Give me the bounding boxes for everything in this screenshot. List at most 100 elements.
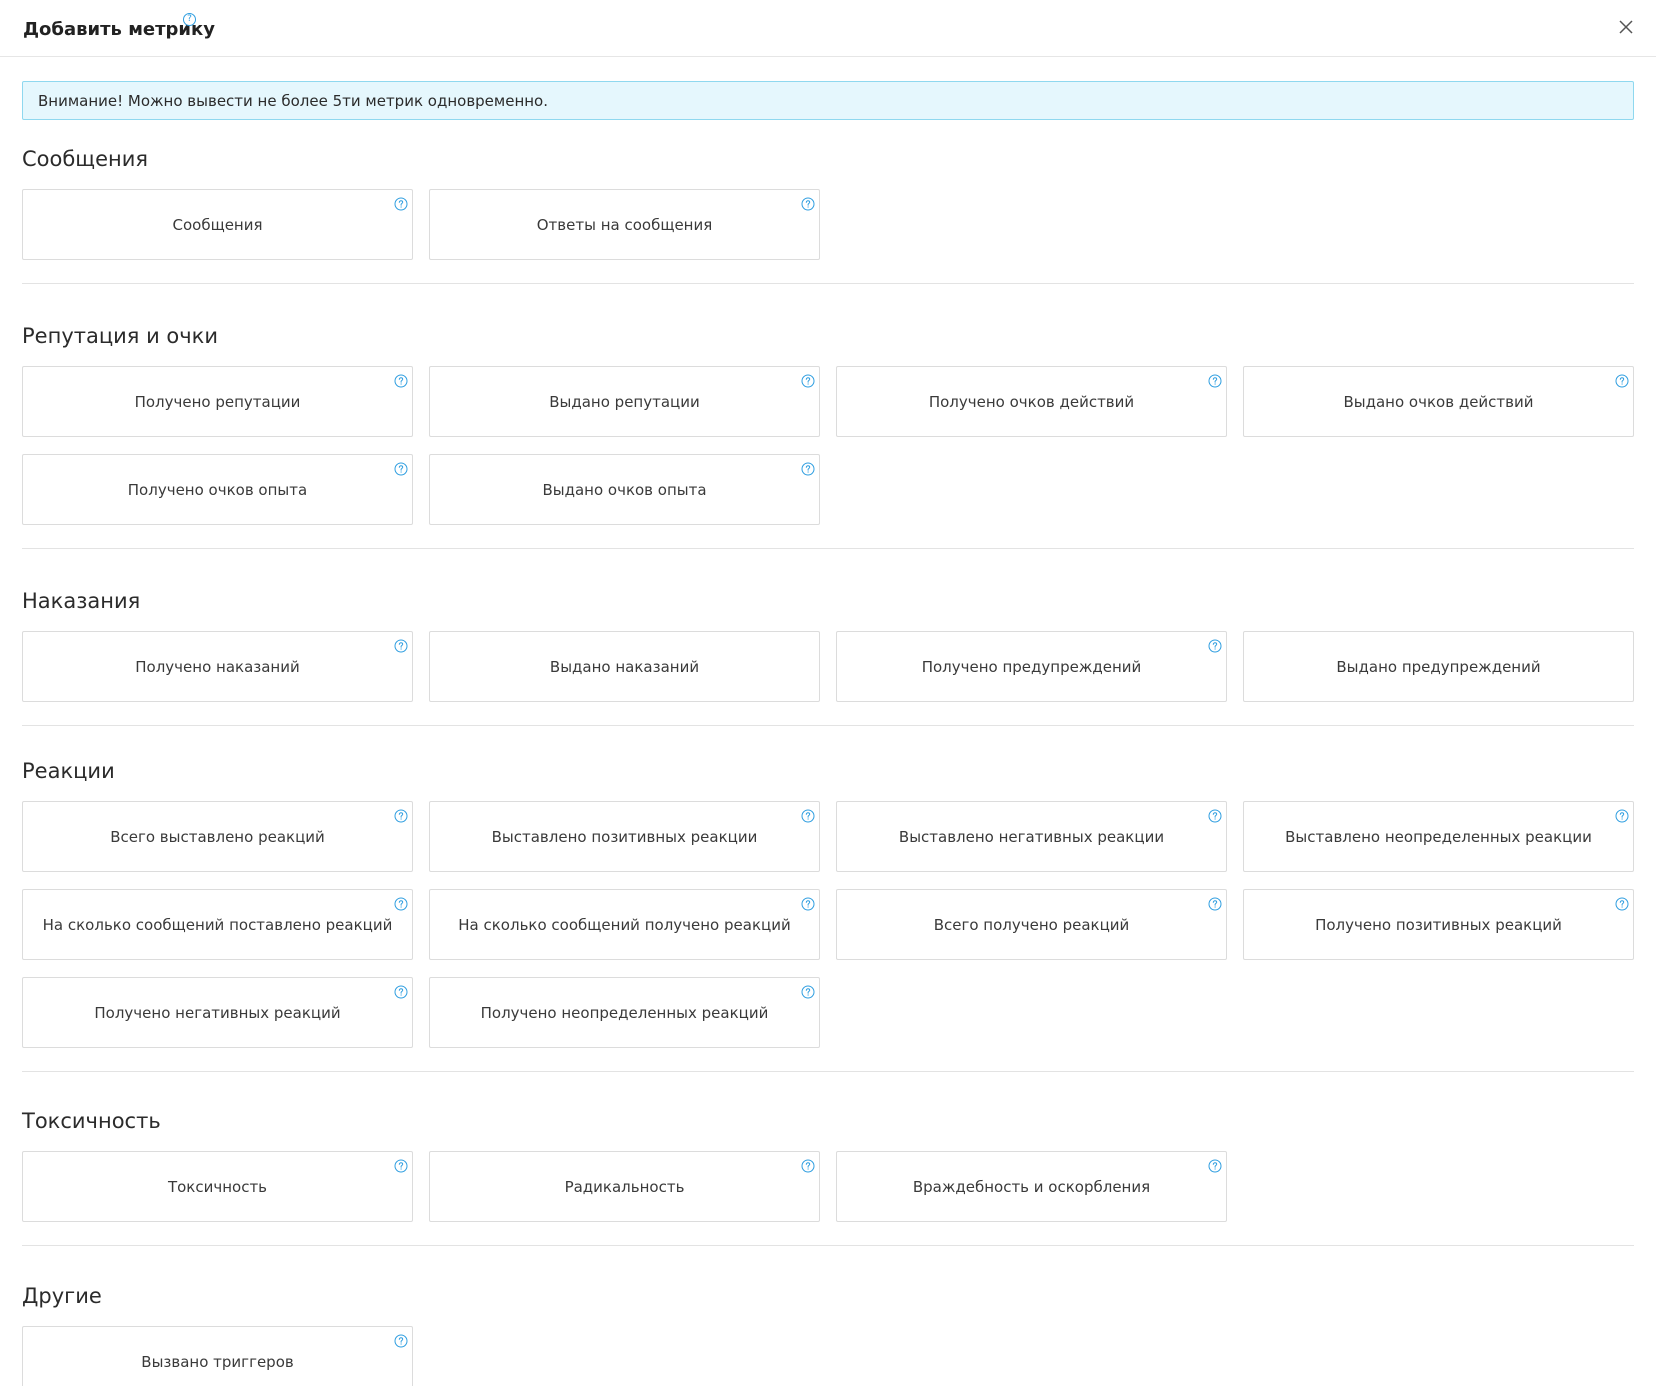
metric-card[interactable]: Сообщения (22, 189, 413, 260)
question-circle-icon[interactable] (801, 897, 815, 911)
question-circle-icon[interactable]: ? (183, 13, 196, 26)
metric-card[interactable]: На сколько сообщений получено реакций (429, 889, 820, 960)
metric-label: Получено репутации (134, 392, 301, 411)
question-circle-icon[interactable] (801, 197, 815, 211)
metric-section: Реакции Всего выставлено реакций Выставлен… (22, 726, 1634, 1072)
section-title: Другие (22, 1284, 102, 1308)
metric-grid: Всего выставлено реакций Выставлено позит… (22, 801, 1634, 1048)
metric-label: Выставлено позитивных реакции (491, 827, 758, 846)
metric-label: На сколько сообщений получено реакций (458, 915, 791, 934)
metric-grid: Вызвано триггеров (22, 1326, 1634, 1386)
metric-label: Выдано репутации (549, 392, 700, 411)
question-circle-icon[interactable] (1208, 809, 1222, 823)
section-title: Сообщения (22, 147, 149, 171)
limit-warning-alert: Внимание! Можно вывести не более 5ти мет… (22, 81, 1634, 120)
question-circle-icon[interactable] (1615, 897, 1629, 911)
metric-label: Сообщения (172, 215, 263, 234)
metric-card[interactable]: Выдано наказаний (429, 631, 820, 702)
question-circle-icon[interactable] (394, 197, 408, 211)
metric-label: Выдано предупреждений (1336, 657, 1541, 676)
metric-card[interactable]: Враждебность и оскорбления (836, 1151, 1227, 1222)
section-title: Реакции (22, 759, 115, 783)
question-circle-icon[interactable] (801, 985, 815, 999)
metric-label: Получено позитивных реакций (1315, 915, 1562, 934)
metric-label: Выдано наказаний (549, 657, 700, 676)
metric-label: Всего выставлено реакций (110, 827, 325, 846)
metric-section: Сообщения Сообщения Ответы на сообщения (22, 120, 1634, 284)
question-circle-icon[interactable] (394, 985, 408, 999)
add-metric-modal: Добавить метрику ? Внимание! Можно вывес… (0, 0, 1656, 1386)
metric-card[interactable]: Радикальность (429, 1151, 820, 1222)
metric-section: Наказания Получено наказаний Выдано наказа… (22, 549, 1634, 726)
metric-section: Репутация и очки Получено репутации Выдано… (22, 284, 1634, 549)
metric-grid: Получено репутации Выдано репутации Получе… (22, 366, 1634, 525)
metric-label: Ответы на сообщения (536, 215, 713, 234)
metric-label: Враждебность и оскорбления (912, 1177, 1151, 1196)
question-circle-icon[interactable] (1208, 897, 1222, 911)
question-circle-icon[interactable] (1208, 374, 1222, 388)
metric-card[interactable]: Всего получено реакций (836, 889, 1227, 960)
metric-card[interactable]: Ответы на сообщения (429, 189, 820, 260)
metric-card[interactable]: Выставлено негативных реакции (836, 801, 1227, 872)
metric-grid: Получено наказаний Выдано наказаний Получе… (22, 631, 1634, 702)
section-title: Наказания (22, 589, 141, 613)
metric-card[interactable]: Получено предупреждений (836, 631, 1227, 702)
question-circle-icon[interactable] (394, 809, 408, 823)
metric-card[interactable]: Выдано очков действий (1243, 366, 1634, 437)
section-title: Токсичность (22, 1109, 161, 1133)
metric-sections: Сообщения Сообщения Ответы на сообщения Реп… (22, 120, 1634, 1386)
metric-label: Получено неопределенных реакций (480, 1003, 769, 1022)
alert-text: Внимание! Можно вывести не более 5ти мет… (38, 91, 549, 110)
question-circle-icon[interactable] (394, 462, 408, 476)
metric-grid: Токсичность Радикальность Враждебность и о… (22, 1151, 1634, 1222)
metric-card[interactable]: Получено очков опыта (22, 454, 413, 525)
modal-header: Добавить метрику ? (0, 0, 1656, 57)
modal-body: Внимание! Можно вывести не более 5ти мет… (0, 57, 1656, 1386)
metric-grid: Сообщения Ответы на сообщения (22, 189, 1634, 260)
question-circle-icon[interactable] (1208, 639, 1222, 653)
question-circle-icon[interactable] (801, 809, 815, 823)
metric-label: Получено очков опыта (127, 480, 308, 499)
metric-label: Выдано очков действий (1343, 392, 1534, 411)
question-circle-icon[interactable] (394, 639, 408, 653)
close-icon[interactable] (1616, 17, 1636, 37)
metric-card[interactable]: На сколько сообщений поставлено реакций (22, 889, 413, 960)
question-circle-icon[interactable] (394, 374, 408, 388)
metric-card[interactable]: Выставлено неопределенных реакции (1243, 801, 1634, 872)
metric-card[interactable]: Получено позитивных реакций (1243, 889, 1634, 960)
metric-label: Выдано очков опыта (542, 480, 707, 499)
question-circle-icon[interactable] (394, 1334, 408, 1348)
question-circle-icon[interactable] (801, 374, 815, 388)
metric-card[interactable]: Всего выставлено реакций (22, 801, 413, 872)
metric-card[interactable]: Получено наказаний (22, 631, 413, 702)
metric-label: Всего получено реакций (933, 915, 1130, 934)
metric-card[interactable]: Токсичность (22, 1151, 413, 1222)
metric-label: Получено предупреждений (921, 657, 1142, 676)
metric-card[interactable]: Выставлено позитивных реакции (429, 801, 820, 872)
metric-label: Токсичность (167, 1177, 268, 1196)
question-circle-icon[interactable] (394, 1159, 408, 1173)
metric-label: Выставлено негативных реакции (898, 827, 1165, 846)
question-circle-icon[interactable] (394, 897, 408, 911)
metric-card[interactable]: Получено негативных реакций (22, 977, 413, 1048)
metric-label: Получено очков действий (928, 392, 1135, 411)
metric-section: Другие Вызвано триггеров (22, 1246, 1634, 1386)
question-circle-icon[interactable] (801, 1159, 815, 1173)
metric-card[interactable]: Получено очков действий (836, 366, 1227, 437)
metric-card[interactable]: Получено неопределенных реакций (429, 977, 820, 1048)
metric-label: Радикальность (564, 1177, 685, 1196)
question-circle-icon[interactable] (801, 462, 815, 476)
metric-card[interactable]: Выдано репутации (429, 366, 820, 437)
metric-label: На сколько сообщений поставлено реакций (42, 915, 393, 934)
metric-label: Получено наказаний (135, 657, 300, 676)
metric-card[interactable]: Вызвано триггеров (22, 1326, 413, 1386)
metric-card[interactable]: Выдано предупреждений (1243, 631, 1634, 702)
question-circle-icon[interactable] (1615, 374, 1629, 388)
metric-card[interactable]: Выдано очков опыта (429, 454, 820, 525)
question-circle-icon[interactable] (1208, 1159, 1222, 1173)
section-title: Репутация и очки (22, 324, 219, 348)
question-circle-icon[interactable] (1615, 809, 1629, 823)
metric-label: Вызвано триггеров (141, 1352, 294, 1371)
metric-card[interactable]: Получено репутации (22, 366, 413, 437)
metric-section: Токсичность Токсичность Радикальность Вражд… (22, 1072, 1634, 1246)
